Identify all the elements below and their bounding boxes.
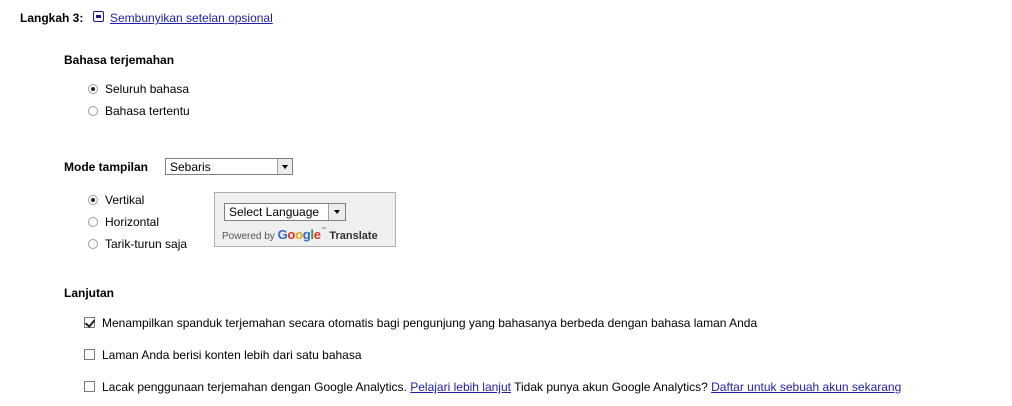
checkbox-google-analytics-label: Lacak penggunaan terjemahan dengan Googl… (102, 380, 407, 394)
chevron-down-icon (334, 210, 340, 214)
radio-vertical-label: Vertikal (105, 193, 145, 207)
translate-text: Translate (329, 230, 378, 242)
checkbox-google-analytics[interactable] (84, 381, 95, 392)
learn-more-link[interactable]: Pelajari lebih lanjut (410, 380, 511, 394)
radio-vertical[interactable] (88, 195, 98, 205)
radio-dropdown-only-label: Tarik-turun saja (105, 237, 188, 251)
radio-horizontal[interactable] (88, 217, 98, 227)
trademark-symbol: ™ (320, 227, 327, 233)
checkbox-multiple-languages-label: Laman Anda berisi konten lebih dari satu… (102, 348, 362, 362)
advanced-heading: Lanjutan (64, 286, 114, 300)
display-mode-dropdown-arrow[interactable] (277, 159, 292, 174)
no-analytics-account-text: Tidak punya akun Google Analytics? (514, 380, 708, 394)
checkbox-show-translation-banner-label: Menampilkan spanduk terjemahan secara ot… (102, 316, 758, 330)
radio-dropdown-only[interactable] (88, 239, 98, 249)
display-mode-heading: Mode tampilan (64, 160, 149, 174)
signup-account-link[interactable]: Daftar untuk sebuah akun sekarang (711, 380, 901, 394)
collapse-icon[interactable] (93, 11, 104, 22)
powered-by-text: Powered by (222, 231, 275, 242)
checkbox-show-translation-banner[interactable] (84, 317, 96, 328)
google-logo: Google (277, 227, 321, 242)
select-language-label: Select Language (229, 205, 320, 219)
display-mode-select-value: Sebaris (170, 160, 211, 174)
radio-specific-languages[interactable] (88, 106, 98, 116)
checkbox-google-analytics-row: Lacak penggunaan terjemahan dengan Googl… (102, 380, 901, 394)
checkbox-multiple-languages[interactable] (84, 349, 95, 360)
checkmark-icon (84, 317, 96, 328)
translate-widget-preview: Select Language Powered by Google™ Trans… (214, 192, 396, 247)
select-language-arrow[interactable] (328, 204, 345, 220)
radio-all-languages[interactable] (88, 84, 98, 94)
step-label: Langkah 3: (20, 11, 84, 25)
radio-specific-languages-label: Bahasa tertentu (105, 104, 190, 118)
powered-by-google-translate: Powered by Google™ Translate (222, 227, 378, 242)
hide-optional-settings-link[interactable]: Sembunyikan setelan opsional (110, 11, 273, 25)
radio-horizontal-label: Horizontal (105, 215, 160, 229)
select-language-dropdown[interactable]: Select Language (224, 203, 346, 221)
radio-all-languages-label: Seluruh bahasa (105, 82, 190, 96)
translation-language-heading: Bahasa terjemahan (64, 53, 175, 67)
display-mode-select[interactable]: Sebaris (165, 158, 293, 175)
chevron-down-icon (282, 165, 288, 169)
